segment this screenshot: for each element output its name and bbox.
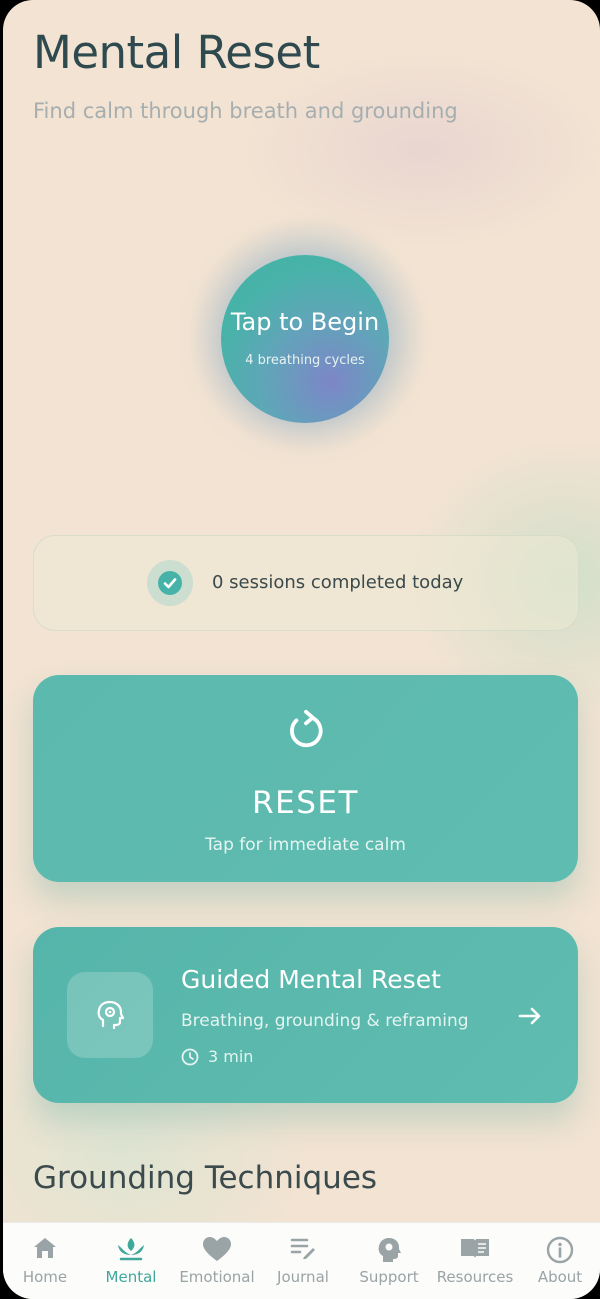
bottom-tab-bar: Home Mental Emotional Journal Support Re… (3, 1222, 600, 1299)
breathing-orb-subtitle: 4 breathing cycles (245, 353, 365, 368)
head-gear-icon (67, 972, 153, 1058)
sessions-status-card: 0 sessions completed today (33, 535, 579, 631)
tab-about-label: About (537, 1268, 583, 1286)
home-icon (34, 1238, 56, 1258)
breathing-orb-title: Tap to Begin (230, 308, 380, 336)
tab-support-label: Support (359, 1268, 419, 1286)
page-subtitle: Find calm through breath and grounding (33, 99, 458, 123)
guided-duration-text: 3 min (208, 1047, 254, 1066)
tab-about[interactable]: About (520, 1223, 600, 1299)
sessions-count-text: 0 sessions completed today (212, 572, 464, 593)
tab-resources[interactable]: Resources (435, 1223, 515, 1299)
book-icon (461, 1239, 489, 1258)
check-circle-icon (147, 560, 193, 606)
info-icon (546, 1236, 574, 1264)
guided-description: Breathing, grounding & reframing (181, 1011, 469, 1031)
guided-duration: 3 min (181, 1047, 253, 1066)
support-icon (378, 1238, 401, 1262)
app-screen: Mental Reset Find calm through breath an… (3, 0, 600, 1299)
reset-button[interactable]: RESET Tap for immediate calm (33, 675, 578, 882)
tab-journal[interactable]: Journal (263, 1223, 343, 1299)
breathing-orb-button[interactable]: Tap to Begin 4 breathing cycles (221, 255, 389, 423)
journal-pen-icon (290, 1238, 315, 1259)
tab-mental[interactable]: Mental (91, 1223, 171, 1299)
tab-journal-label: Journal (277, 1268, 329, 1286)
tab-emotional-label: Emotional (179, 1268, 255, 1286)
refresh-icon (290, 709, 323, 748)
clock-icon (181, 1048, 199, 1065)
guided-title: Guided Mental Reset (181, 965, 441, 994)
tab-home[interactable]: Home (5, 1223, 85, 1299)
guided-mental-reset-card[interactable]: Guided Mental Reset Breathing, grounding… (33, 927, 578, 1103)
tab-emotional[interactable]: Emotional (177, 1223, 257, 1299)
tab-mental-label: Mental (105, 1268, 157, 1286)
section-title-grounding: Grounding Techniques (33, 1160, 378, 1196)
tab-support[interactable]: Support (349, 1223, 429, 1299)
arrow-right-icon (518, 1007, 541, 1025)
reset-title: RESET (252, 785, 359, 821)
page-title: Mental Reset (33, 26, 320, 79)
lotus-icon (118, 1238, 144, 1261)
heart-icon (203, 1237, 231, 1261)
reset-subtitle: Tap for immediate calm (205, 835, 406, 855)
